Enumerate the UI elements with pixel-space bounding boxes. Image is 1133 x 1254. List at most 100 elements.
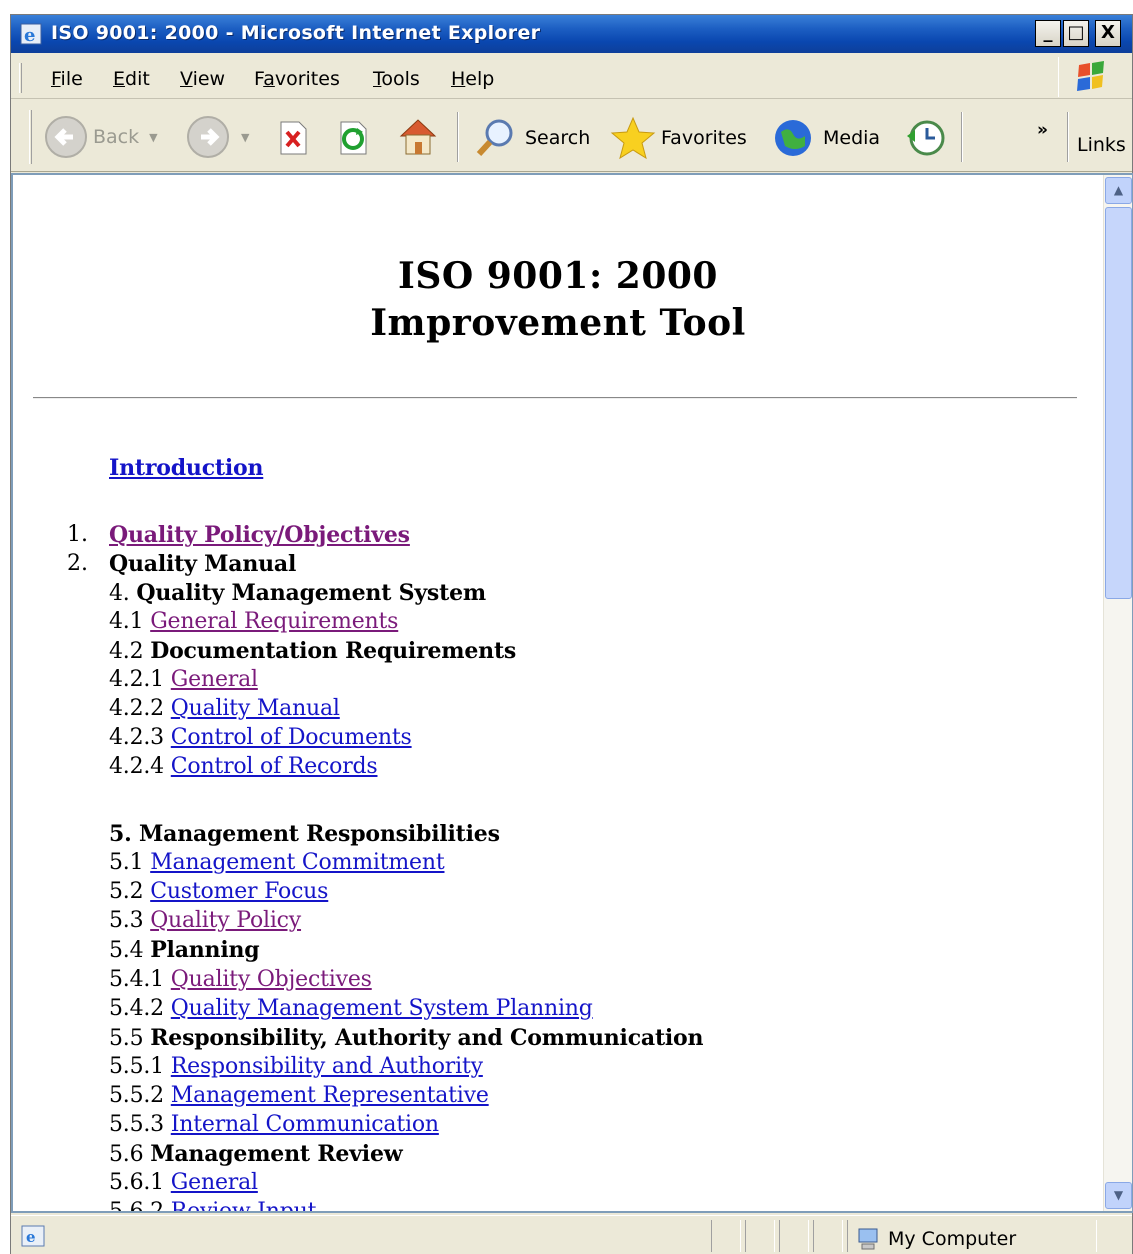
status-pane-4: [813, 1220, 843, 1252]
security-zone: My Computer: [856, 1226, 1016, 1252]
menu-help-label: elp: [465, 68, 495, 90]
back-dropdown-icon[interactable]: ▼: [149, 131, 157, 144]
section-4-2-heading: 4.2 Documentation Requirements: [109, 638, 516, 664]
section-5-4-1-num: 5.4.1: [109, 967, 164, 992]
toolbar-separator: [457, 112, 459, 162]
links-separator: [1067, 112, 1069, 162]
vertical-scrollbar[interactable]: ▲ ▼: [1103, 175, 1132, 1211]
menubar-grip[interactable]: [19, 63, 22, 93]
management-representative-link[interactable]: Management Representative: [171, 1083, 489, 1108]
internal-communication-link[interactable]: Internal Communication: [171, 1112, 439, 1137]
menu-bar: File Edit View Favorites Tools Help: [11, 55, 1132, 99]
menu-help[interactable]: Help: [451, 68, 494, 90]
section-4-num: 4.: [109, 581, 130, 606]
toolbar-grip[interactable]: [29, 110, 32, 164]
menu-favorites-pre: F: [254, 68, 264, 90]
quality-policy-objectives-link[interactable]: Quality Policy/Objectives: [109, 522, 410, 548]
close-button[interactable]: X: [1095, 20, 1121, 47]
media-globe-icon: [775, 120, 811, 156]
quality-objectives-link[interactable]: Quality Objectives: [171, 967, 372, 992]
title-bar[interactable]: e ISO 9001: 2000 - Microsoft Internet Ex…: [11, 15, 1132, 53]
scroll-thumb[interactable]: [1105, 207, 1132, 599]
section-5-6-num: 5.6: [109, 1142, 144, 1167]
section-5-4-1: 5.4.1 Quality Objectives: [109, 967, 372, 992]
management-commitment-link[interactable]: Management Commitment: [150, 850, 444, 875]
control-of-documents-link[interactable]: Control of Documents: [171, 725, 412, 750]
section-4-2-1: 4.2.1 General: [109, 667, 258, 692]
general-requirements-link[interactable]: General Requirements: [150, 609, 398, 634]
toolbar-overflow-chevron[interactable]: »: [1037, 120, 1048, 140]
general-link-4-2-1[interactable]: General: [171, 667, 258, 692]
review-input-link[interactable]: Review Input: [171, 1199, 317, 1211]
introduction-link[interactable]: Introduction: [109, 455, 263, 481]
forward-arrow-icon: [187, 116, 229, 158]
menu-view-label: iew: [192, 68, 226, 90]
section-5-4-num: 5.4: [109, 938, 144, 963]
section-5-2-num: 5.2: [109, 879, 144, 904]
back-label: Back: [93, 126, 140, 148]
windows-flag-icon: [1077, 61, 1104, 91]
back-button[interactable]: Back ▼: [43, 114, 158, 160]
history-icon[interactable]: [903, 116, 947, 160]
maximize-button[interactable]: □: [1063, 20, 1089, 47]
section-4-title: Quality Management System: [136, 580, 486, 606]
section-5-5-1: 5.5.1 Responsibility and Authority: [109, 1054, 483, 1079]
refresh-icon[interactable]: [333, 118, 373, 158]
intro-line: Introduction: [109, 455, 263, 481]
internet-explorer-icon: e: [20, 23, 42, 46]
section-5-5-2-num: 5.5.2: [109, 1083, 164, 1108]
page-title-line2: Improvement Tool: [370, 302, 746, 344]
section-5-4-2: 5.4.2 Quality Management System Planning: [109, 996, 593, 1021]
menu-file[interactable]: File: [51, 68, 83, 90]
section-5-5-3: 5.5.3 Internal Communication: [109, 1112, 439, 1137]
media-button[interactable]: Media: [771, 116, 880, 160]
favorites-button[interactable]: Favorites: [609, 114, 747, 162]
status-pane-2: [745, 1220, 775, 1252]
quality-manual-link[interactable]: Quality Manual: [171, 696, 340, 721]
scroll-up-button[interactable]: ▲: [1105, 177, 1132, 204]
menu-tools-label: ools: [381, 68, 420, 90]
section-5-4-heading: 5.4 Planning: [109, 937, 260, 963]
forward-dropdown-icon[interactable]: ▼: [241, 131, 249, 144]
minimize-button[interactable]: _: [1035, 20, 1061, 47]
menu-edit-label: dit: [125, 68, 150, 90]
section-4-2-3-num: 4.2.3: [109, 725, 164, 750]
section-4-heading: 4. Quality Management System: [109, 580, 486, 606]
qms-planning-link[interactable]: Quality Management System Planning: [171, 996, 593, 1021]
section-4-2-4: 4.2.4 Control of Records: [109, 754, 378, 779]
section-5-2: 5.2 Customer Focus: [109, 879, 328, 904]
section-5-5-1-num: 5.5.1: [109, 1054, 164, 1079]
section-5-4-title: Planning: [150, 937, 260, 963]
general-link-5-6-1[interactable]: General: [171, 1170, 258, 1195]
search-button[interactable]: Search: [473, 116, 590, 160]
page-content-frame: ISO 9001: 2000 Improvement Tool Introduc…: [11, 173, 1133, 1213]
section-5-5-heading: 5.5 Responsibility, Authority and Commun…: [109, 1025, 704, 1051]
menu-file-accel: F: [51, 68, 61, 90]
page-viewport[interactable]: ISO 9001: 2000 Improvement Tool Introduc…: [13, 175, 1103, 1211]
scroll-down-button[interactable]: ▼: [1105, 1182, 1132, 1209]
windows-logo: [1058, 57, 1124, 97]
section-5-5-3-num: 5.5.3: [109, 1112, 164, 1137]
page-status-icon: e: [21, 1225, 45, 1247]
home-icon[interactable]: [395, 114, 441, 160]
responsibility-authority-link[interactable]: Responsibility and Authority: [171, 1054, 483, 1079]
back-arrow-icon: [45, 116, 87, 158]
links-bar[interactable]: Links: [1077, 134, 1126, 156]
menu-edit[interactable]: Edit: [113, 68, 150, 90]
section-5-3: 5.3 Quality Policy: [109, 908, 301, 933]
forward-button[interactable]: ▼: [185, 114, 249, 160]
menu-tools[interactable]: Tools: [373, 68, 420, 90]
menu-favorites-accel: a: [263, 68, 275, 90]
stop-icon[interactable]: [273, 118, 313, 158]
menu-favorites[interactable]: Favorites: [254, 68, 340, 90]
section-5-6-1: 5.6.1 General: [109, 1170, 258, 1195]
quality-policy-link[interactable]: Quality Policy: [150, 908, 301, 933]
list-number-2: 2.: [67, 551, 88, 576]
section-5-5-2: 5.5.2 Management Representative: [109, 1083, 489, 1108]
section-5-6-1-num: 5.6.1: [109, 1170, 164, 1195]
list-item-1: Quality Policy/Objectives: [109, 522, 410, 548]
section-4-2-num: 4.2: [109, 639, 144, 664]
customer-focus-link[interactable]: Customer Focus: [150, 879, 328, 904]
menu-view[interactable]: View: [180, 68, 225, 90]
control-of-records-link[interactable]: Control of Records: [171, 754, 378, 779]
